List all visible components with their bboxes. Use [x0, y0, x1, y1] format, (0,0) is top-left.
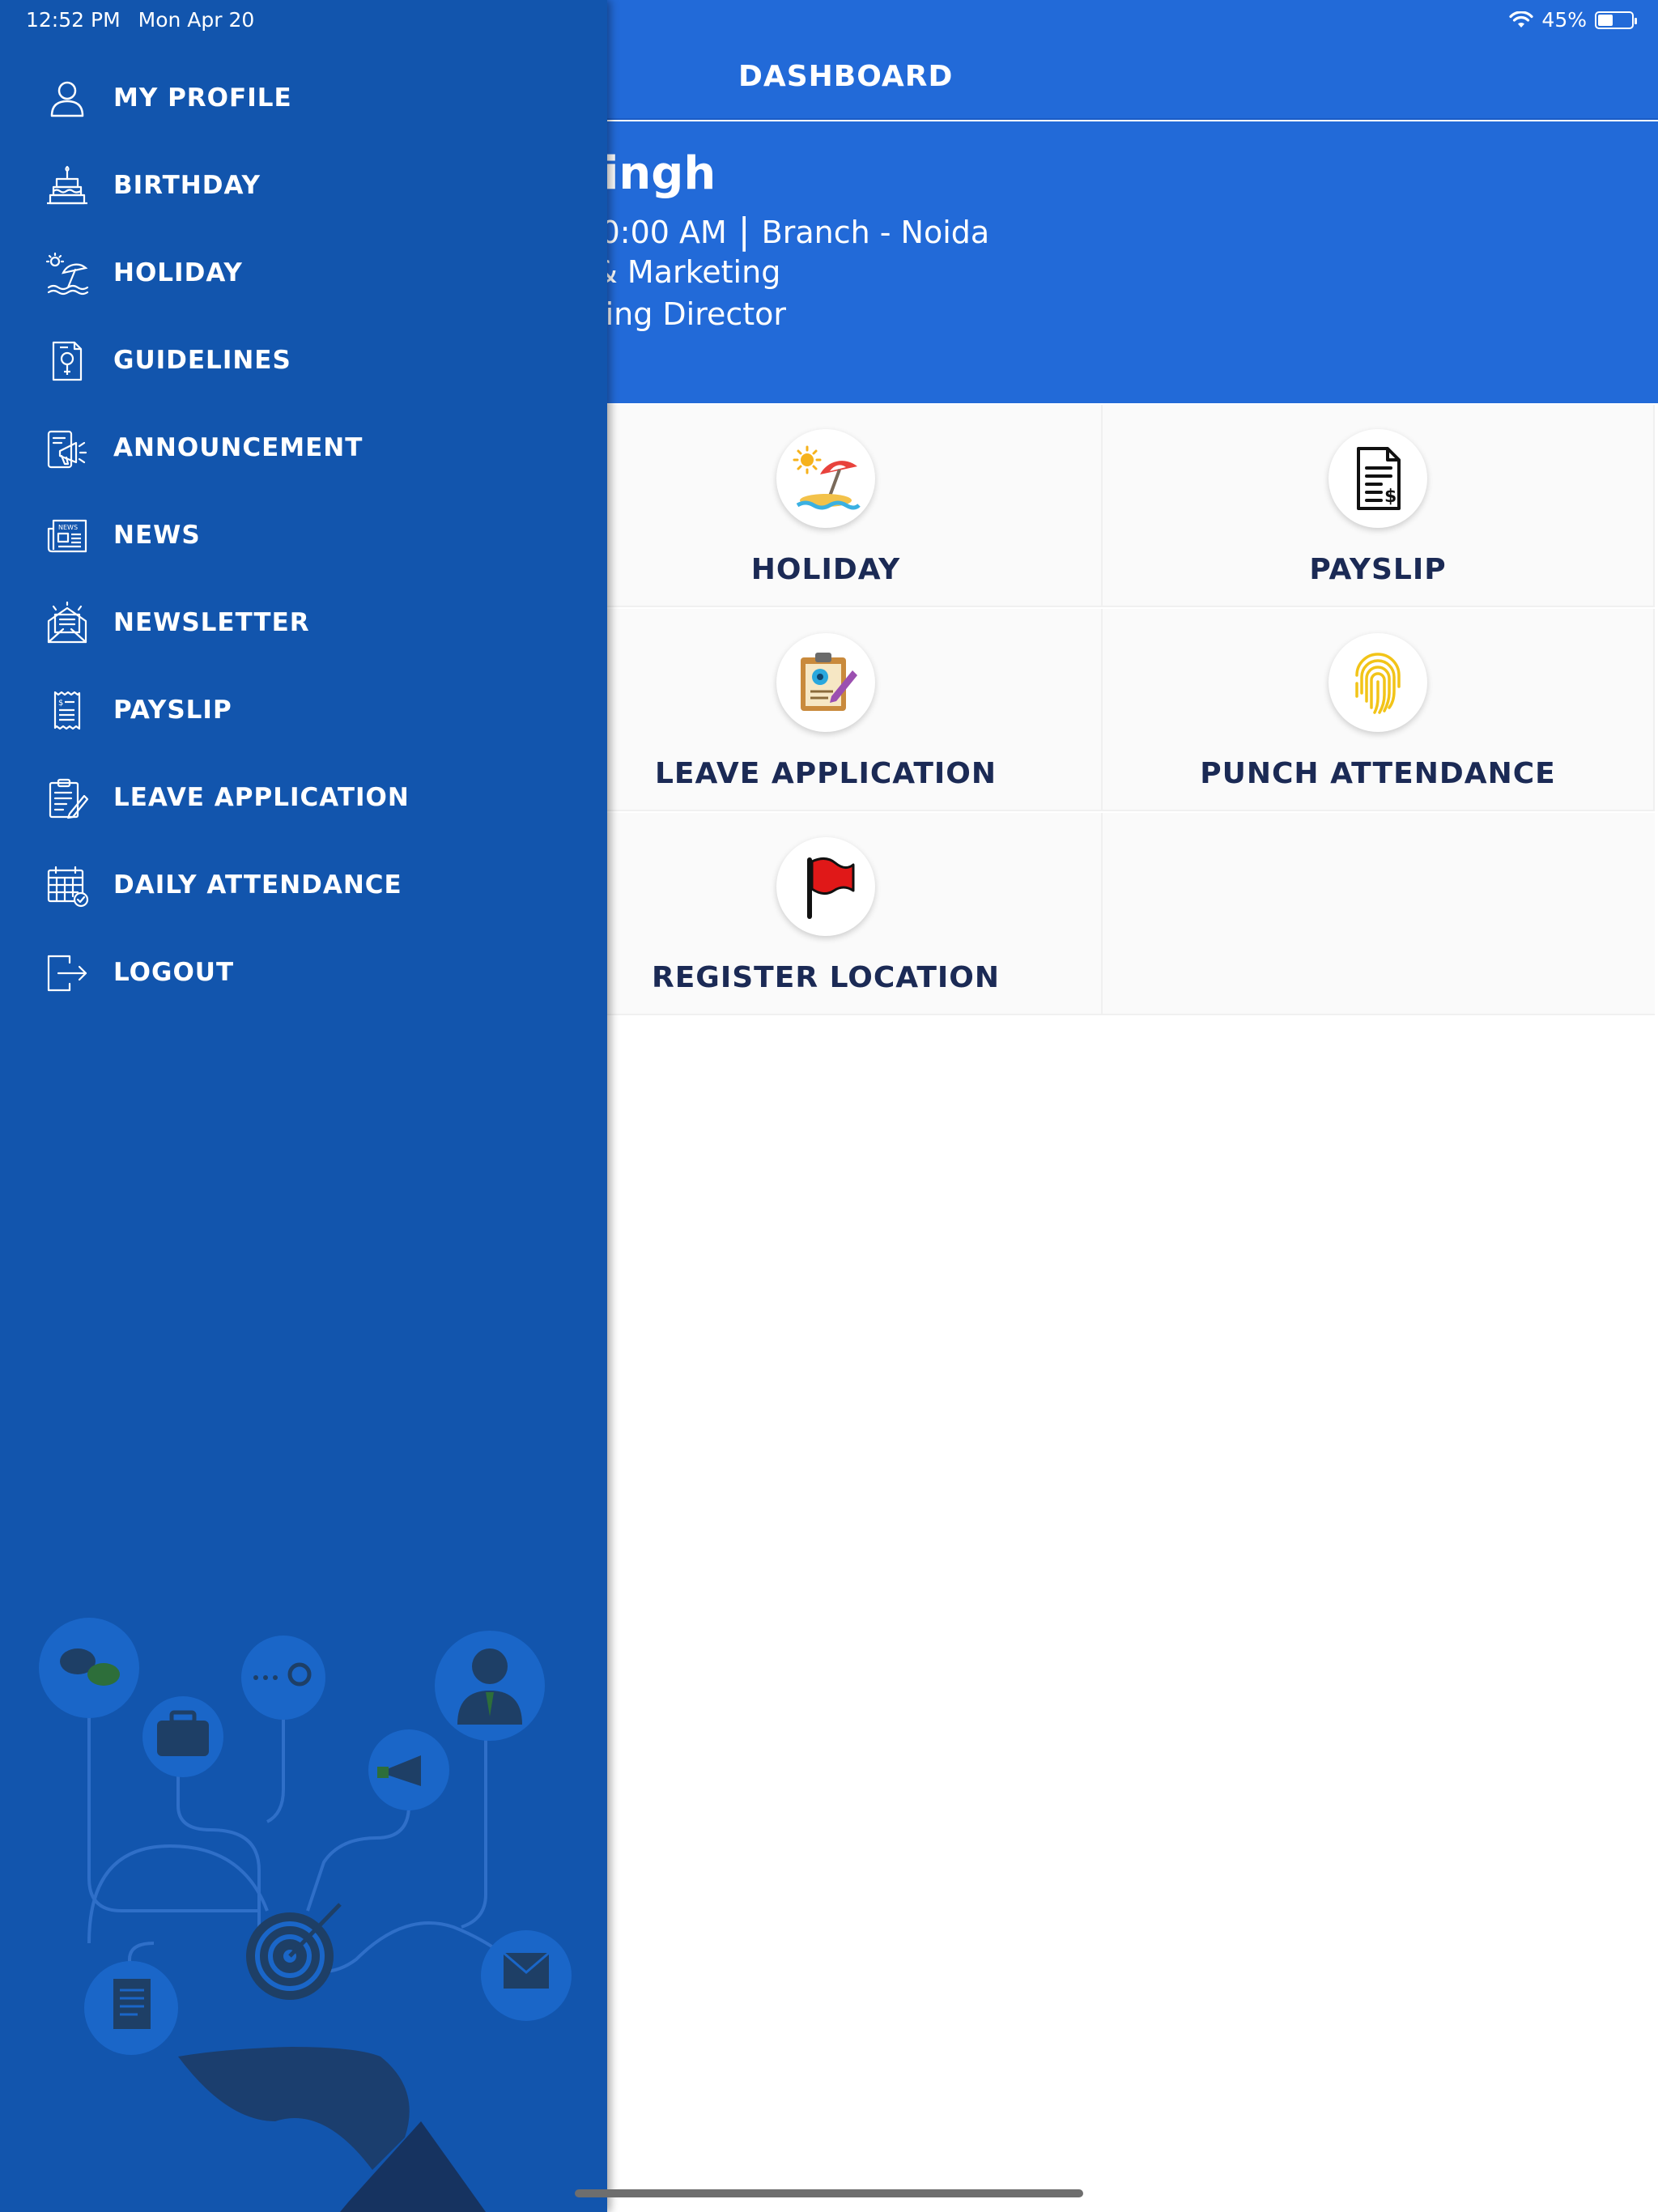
drawer-item-label: DAILY ATTENDANCE — [113, 870, 402, 900]
leave-clipboard-icon — [801, 653, 857, 711]
tile-payslip[interactable]: $ PAYSLIP — [1103, 405, 1655, 607]
newsletter-icon — [47, 602, 87, 644]
tile-punch-attendance[interactable]: PUNCH ATTENDANCE — [1103, 609, 1655, 811]
drawer-item-label: LEAVE APPLICATION — [113, 783, 410, 812]
megaphone-icon — [47, 430, 87, 469]
drawer-item-daily-attendance[interactable]: DAILY ATTENDANCE — [0, 848, 607, 921]
drawer-item-leave-application[interactable]: LEAVE APPLICATION — [0, 760, 607, 833]
drawer-item-label: BIRTHDAY — [113, 171, 261, 200]
branch-label: Branch - — [761, 215, 901, 250]
tile-label: PAYSLIP — [1309, 553, 1447, 586]
user-icon — [50, 81, 84, 117]
battery-icon — [1595, 11, 1637, 29]
cake-icon — [47, 165, 87, 205]
drawer-item-label: NEWSLETTER — [113, 608, 310, 637]
beach-umbrella-icon — [45, 252, 89, 296]
tile-label: REGISTER LOCATION — [651, 961, 1000, 994]
tile-register-location[interactable]: REGISTER LOCATION — [551, 813, 1103, 1015]
tile-payslip-circle: $ — [1329, 429, 1427, 528]
status-time: 12:52 PM — [26, 8, 121, 32]
battery-percent: 45% — [1541, 8, 1587, 32]
payslip-icon: $ — [53, 691, 81, 730]
calendar-icon — [47, 866, 89, 908]
tile-holiday[interactable]: HOLIDAY — [551, 405, 1103, 607]
drawer-item-logout[interactable]: LOGOUT — [0, 935, 607, 1008]
tile-leave-application[interactable]: LEAVE APPLICATION — [551, 609, 1103, 811]
leave-application-icon — [49, 778, 89, 819]
drawer-item-news[interactable]: NEWS NEWS — [0, 498, 607, 571]
tile-register-circle — [776, 837, 875, 936]
tile-label: PUNCH ATTENDANCE — [1200, 757, 1556, 790]
wifi-icon — [1509, 11, 1534, 28]
drawer-item-label: HOLIDAY — [113, 258, 243, 287]
newspaper-icon: NEWS — [47, 519, 87, 553]
drawer-item-newsletter[interactable]: NEWSLETTER — [0, 585, 607, 658]
drawer-item-label: MY PROFILE — [113, 83, 292, 113]
home-indicator[interactable] — [575, 2189, 1083, 2197]
tile-empty — [1103, 813, 1655, 1015]
drawer-item-announcement[interactable]: ANNOUNCEMENT — [0, 410, 607, 483]
status-bar-left: 12:52 PM Mon Apr 20 — [26, 8, 254, 32]
business-illustration — [39, 1618, 572, 2212]
battery-fill — [1598, 14, 1613, 26]
drawer-item-birthday[interactable]: BIRTHDAY — [0, 148, 607, 221]
navigation-drawer: 12:52 PM Mon Apr 20 MY PROFILE BIRTHDAY — [0, 0, 607, 2212]
drawer-item-label: ANNOUNCEMENT — [113, 433, 363, 462]
drawer-item-label: NEWS — [113, 521, 201, 550]
branch-value: Noida — [900, 215, 990, 250]
separator: | — [738, 211, 750, 252]
drawer-item-payslip[interactable]: $ PAYSLIP — [0, 673, 607, 746]
drawer-item-guidelines[interactable]: GUIDELINES — [0, 323, 607, 396]
drawer-item-my-profile[interactable]: MY PROFILE — [0, 61, 607, 134]
tile-punch-circle — [1329, 633, 1427, 732]
tile-leave-circle — [776, 633, 875, 732]
logout-icon — [47, 955, 87, 992]
beach-umbrella-icon — [793, 445, 861, 510]
svg-text:NEWS: NEWS — [58, 524, 78, 531]
drawer-item-label: GUIDELINES — [113, 346, 291, 375]
status-bar-right: 45% — [1509, 8, 1637, 32]
red-flag-icon — [807, 857, 855, 919]
svg-text:$: $ — [1384, 487, 1397, 507]
payslip-document-icon: $ — [1357, 447, 1401, 510]
page-title: DASHBOARD — [738, 60, 954, 93]
guidelines-icon — [52, 341, 83, 381]
status-date: Mon Apr 20 — [138, 8, 255, 32]
tile-label: HOLIDAY — [750, 553, 901, 586]
drawer-item-label: PAYSLIP — [113, 696, 232, 725]
fingerprint-icon — [1355, 653, 1401, 714]
tile-label: LEAVE APPLICATION — [654, 757, 997, 790]
drawer-item-label: LOGOUT — [113, 958, 235, 987]
tile-holiday-circle — [776, 429, 875, 528]
svg-text:$: $ — [58, 699, 63, 708]
drawer-item-holiday[interactable]: HOLIDAY — [0, 236, 607, 308]
